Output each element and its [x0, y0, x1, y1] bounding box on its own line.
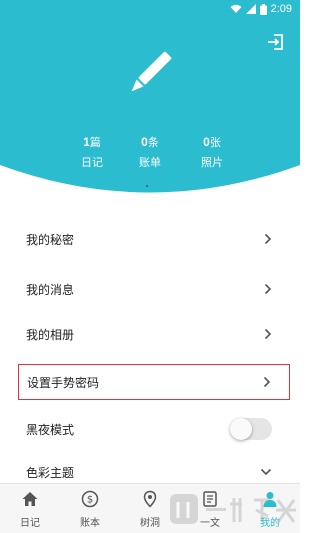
- nav-tab-diary[interactable]: 日记: [0, 484, 60, 533]
- chevron-right-icon: [264, 328, 272, 340]
- status-bar: 2:09: [0, 0, 300, 22]
- wifi-icon: [230, 4, 242, 13]
- logout-button[interactable]: [266, 32, 286, 52]
- decorative-dot: [146, 185, 148, 187]
- stat-diary[interactable]: 1篇 日记: [62, 134, 122, 170]
- menu-item-my-album[interactable]: 我的相册: [0, 314, 300, 354]
- menu-item-dark-mode: 黑夜模式: [0, 409, 300, 449]
- chevron-right-icon: [264, 233, 272, 245]
- stat-bills-label: 账单: [139, 156, 161, 169]
- stat-photos-value: 0: [203, 135, 210, 149]
- stat-bills-unit: 条: [147, 137, 159, 149]
- menu-item-gesture-password[interactable]: 设置手势密码: [18, 364, 290, 400]
- stat-photos-label: 照片: [201, 156, 223, 169]
- menu-item-my-messages[interactable]: 我的消息: [0, 269, 300, 309]
- location-pin-icon: [143, 490, 157, 508]
- battery-icon: [259, 3, 267, 15]
- logout-icon: [268, 34, 283, 50]
- menu-item-my-secrets[interactable]: 我的秘密: [0, 219, 300, 259]
- stat-bills-value: 0: [141, 135, 148, 149]
- stat-photos-unit: 张: [209, 137, 221, 149]
- stat-diary-value: 1: [83, 135, 90, 149]
- chevron-right-icon: [264, 283, 272, 295]
- home-icon: [22, 492, 38, 506]
- menu-item-label: 我的相册: [26, 327, 75, 342]
- menu-item-label: 黑夜模式: [26, 422, 75, 437]
- nav-label: 账本: [80, 518, 100, 529]
- chevron-down-icon: [260, 468, 272, 476]
- menu-item-label: 我的秘密: [26, 232, 75, 247]
- watermark-logo: [170, 494, 296, 524]
- status-icons: 2:09: [230, 3, 292, 15]
- chevron-right-icon: [263, 376, 271, 388]
- stat-diary-unit: 篇: [89, 137, 101, 149]
- dollar-icon: $: [81, 490, 99, 508]
- pencil-icon: [122, 45, 178, 101]
- svg-text:$: $: [87, 495, 93, 506]
- dark-mode-toggle[interactable]: [230, 418, 272, 440]
- menu-item-label: 色彩主题: [26, 465, 75, 480]
- nav-tab-ledger[interactable]: $ 账本: [60, 484, 120, 533]
- profile-header: 1篇 日记 0条 账单 0张 照片: [0, 0, 300, 200]
- stat-diary-label: 日记: [81, 156, 103, 169]
- stat-photos[interactable]: 0张 照片: [182, 134, 242, 170]
- menu-item-label: 我的消息: [26, 282, 75, 297]
- signal-icon: [245, 4, 256, 14]
- toggle-knob: [230, 418, 252, 440]
- nav-label: 日记: [20, 518, 40, 529]
- stat-bills[interactable]: 0条 账单: [120, 134, 180, 170]
- status-time: 2:09: [270, 3, 292, 15]
- menu-item-label: 设置手势密码: [27, 375, 100, 390]
